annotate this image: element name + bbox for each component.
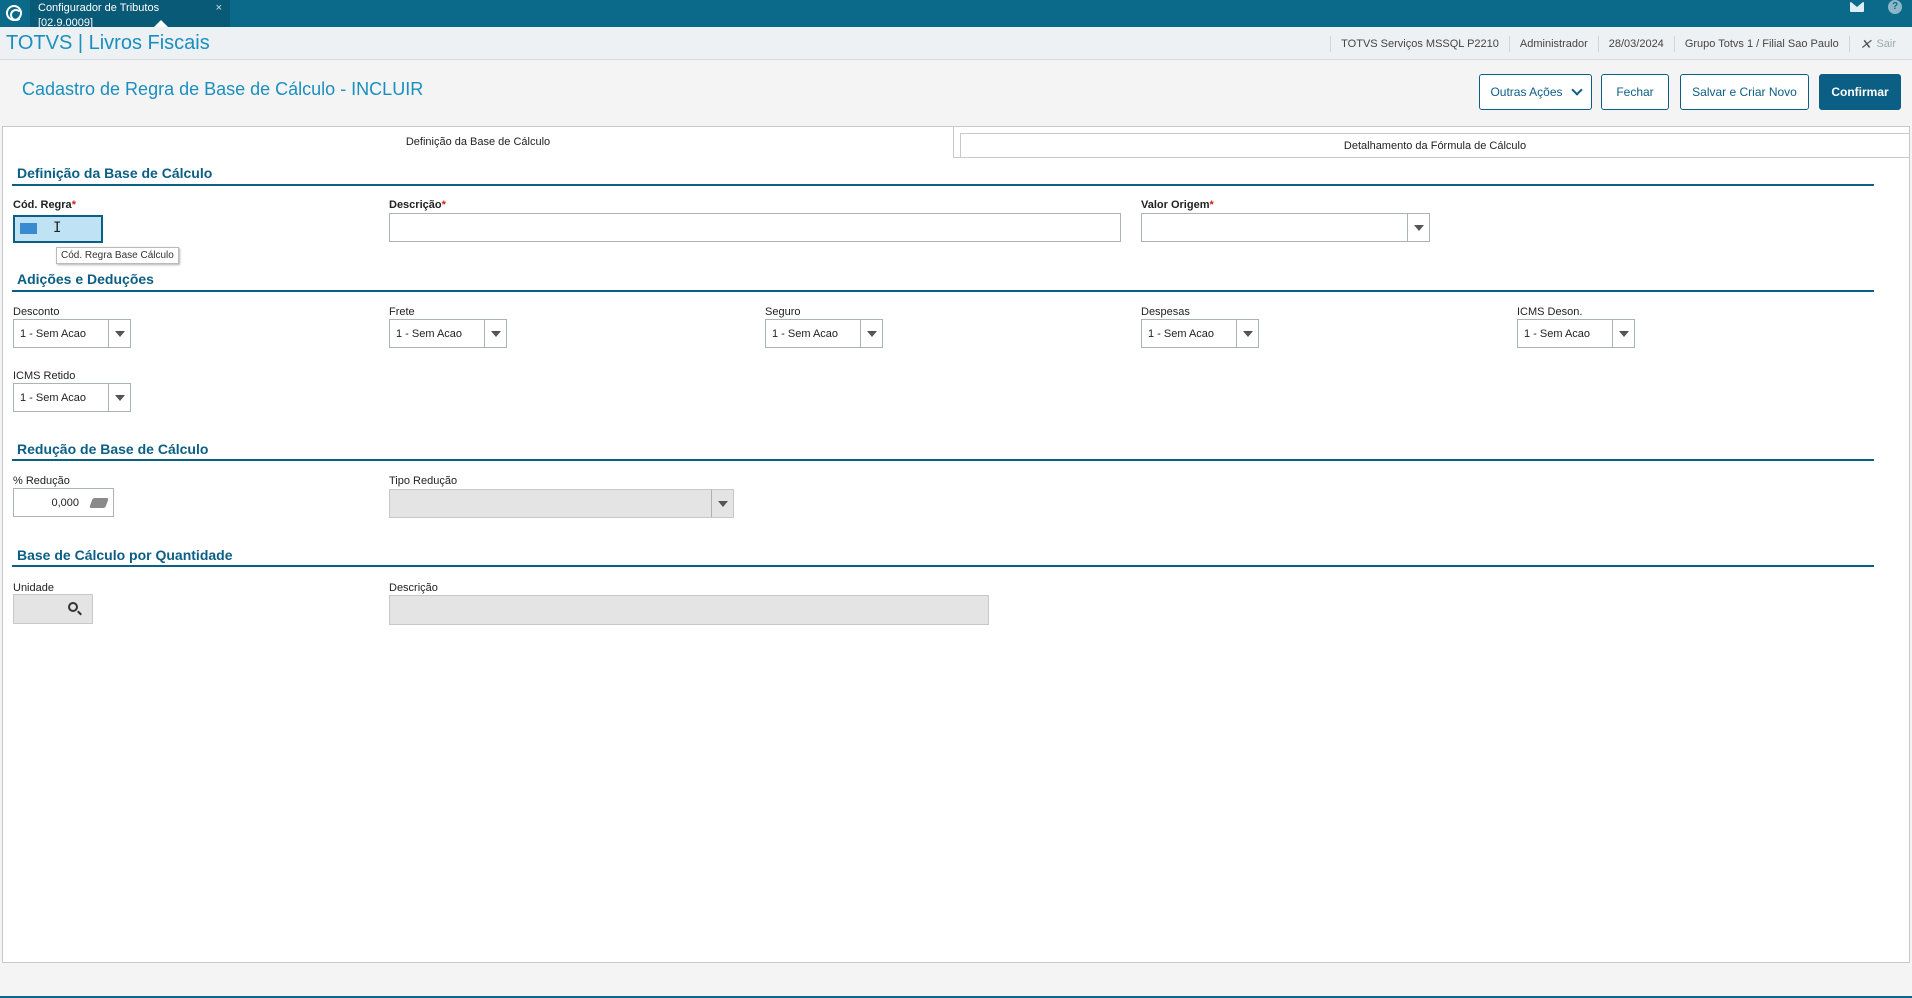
dropdown-arrow-icon[interactable] [108, 384, 130, 411]
section-rule [12, 565, 1874, 567]
valor-origem-label-text: Valor Origem [1141, 199, 1210, 211]
required-marker: * [1209, 199, 1214, 211]
unidade-label: Unidade [13, 582, 54, 594]
frete-label: Frete [389, 306, 415, 318]
section-title-reduction: Redução de Base de Cálculo [17, 441, 209, 457]
confirm-button[interactable]: Confirmar [1819, 74, 1901, 110]
descricao-unidade-label: Descrição [389, 582, 438, 594]
dropdown-arrow-icon[interactable] [1407, 214, 1429, 241]
section-rule [12, 290, 1874, 292]
calculator-icon[interactable] [89, 498, 109, 508]
section-rule [12, 184, 1874, 186]
exit-label: Sair [1876, 37, 1896, 50]
desconto-value: 1 - Sem Acao [20, 328, 87, 340]
active-tab-caret-icon [154, 20, 168, 27]
save-and-new-button[interactable]: Salvar e Criar Novo [1680, 74, 1809, 110]
frete-select[interactable]: 1 - Sem Acao [389, 319, 507, 348]
descricao-label-text: Descrição [389, 199, 442, 211]
cod-regra-input[interactable]: I [13, 215, 103, 243]
valor-origem-select[interactable] [1141, 213, 1430, 242]
section-title-quantity: Base de Cálculo por Quantidade [17, 547, 233, 563]
dropdown-arrow-icon[interactable] [1236, 320, 1258, 347]
dropdown-arrow-icon[interactable] [860, 320, 882, 347]
form-panel [2, 126, 1910, 963]
icms-retido-select[interactable]: 1 - Sem Acao [13, 383, 131, 412]
session-info: TOTVS Serviços MSSQL P2210 Administrador… [1330, 27, 1912, 60]
frete-value: 1 - Sem Acao [396, 328, 463, 340]
desconto-select[interactable]: 1 - Sem Acao [13, 319, 131, 348]
window-tab[interactable]: Configurador de Tributos [02.9.0009] × [30, 0, 230, 29]
mail-icon[interactable] [1850, 2, 1864, 12]
dropdown-arrow-icon[interactable] [711, 490, 733, 517]
icms-retido-value: 1 - Sem Acao [20, 392, 87, 404]
exit-button[interactable]: ✕ Sair [1848, 35, 1912, 52]
close-button[interactable]: Fechar [1601, 74, 1669, 110]
date-label: 28/03/2024 [1597, 35, 1674, 52]
chevron-down-icon [1570, 84, 1583, 96]
dropdown-arrow-icon[interactable] [484, 320, 506, 347]
required-marker: * [71, 199, 76, 211]
dropdown-arrow-icon[interactable] [1612, 320, 1634, 347]
app-header: TOTVS | Livros Fiscais TOTVS Serviços MS… [0, 27, 1912, 60]
other-actions-button[interactable]: Outras Ações [1479, 74, 1592, 110]
valor-origem-label: Valor Origem* [1141, 199, 1214, 211]
app-brand: TOTVS | Livros Fiscais [6, 32, 210, 54]
help-icon[interactable]: ? [1888, 0, 1902, 14]
unidade-input[interactable] [13, 594, 93, 624]
section-title-definition: Definição da Base de Cálculo [17, 165, 213, 181]
section-rule [12, 459, 1874, 461]
cod-regra-label-text: Cód. Regra [13, 199, 72, 211]
totvs-logo-icon[interactable] [6, 5, 22, 21]
tipo-reducao-select[interactable] [389, 489, 734, 518]
despesas-label: Despesas [1141, 306, 1190, 318]
page-title: Cadastro de Regra de Base de Cálculo - I… [22, 79, 424, 99]
despesas-select[interactable]: 1 - Sem Acao [1141, 319, 1259, 348]
pct-reducao-value: 0,000 [51, 497, 79, 509]
icms-deson-select[interactable]: 1 - Sem Acao [1517, 319, 1635, 348]
icms-deson-label: ICMS Deson. [1517, 306, 1583, 318]
required-marker: * [441, 199, 446, 211]
tab-formula[interactable]: Detalhamento da Fórmula de Cálculo [960, 133, 1910, 158]
tab-definition[interactable]: Definição da Base de Cálculo [2, 126, 954, 158]
text-cursor-icon: I [53, 220, 62, 236]
descricao-input[interactable] [389, 213, 1121, 242]
seguro-value: 1 - Sem Acao [772, 328, 839, 340]
search-icon[interactable] [68, 602, 78, 612]
icms-retido-label: ICMS Retido [13, 370, 76, 382]
page-toolbar: Cadastro de Regra de Base de Cálculo - I… [0, 61, 1912, 121]
pct-reducao-input[interactable]: 0,000 [13, 488, 114, 517]
icms-deson-value: 1 - Sem Acao [1524, 328, 1591, 340]
desconto-label: Desconto [13, 306, 60, 318]
company-label: Grupo Totvs 1 / Filial Sao Paulo [1673, 35, 1849, 52]
section-title-adjustments: Adições e Deduções [17, 271, 154, 287]
despesas-value: 1 - Sem Acao [1148, 328, 1215, 340]
descricao-unidade-input [389, 595, 989, 625]
other-actions-label: Outras Ações [1490, 85, 1563, 99]
cod-regra-tooltip: Cód. Regra Base Cálculo [56, 247, 179, 264]
window-bar: Configurador de Tributos [02.9.0009] × ? [0, 0, 1912, 29]
user-label: Administrador [1508, 35, 1598, 52]
close-icon[interactable]: × [216, 1, 222, 16]
dropdown-arrow-icon[interactable] [108, 320, 130, 347]
seguro-select[interactable]: 1 - Sem Acao [765, 319, 883, 348]
descricao-label: Descrição* [389, 199, 446, 211]
pct-reducao-label: % Redução [13, 475, 70, 487]
close-icon: ✕ [1859, 35, 1872, 52]
tipo-reducao-label: Tipo Redução [389, 475, 458, 487]
seguro-label: Seguro [765, 306, 801, 318]
tab-divider [954, 157, 1910, 158]
cod-regra-label: Cód. Regra* [13, 199, 76, 211]
environment-label: TOTVS Serviços MSSQL P2210 [1330, 35, 1509, 52]
text-selection [20, 223, 37, 234]
